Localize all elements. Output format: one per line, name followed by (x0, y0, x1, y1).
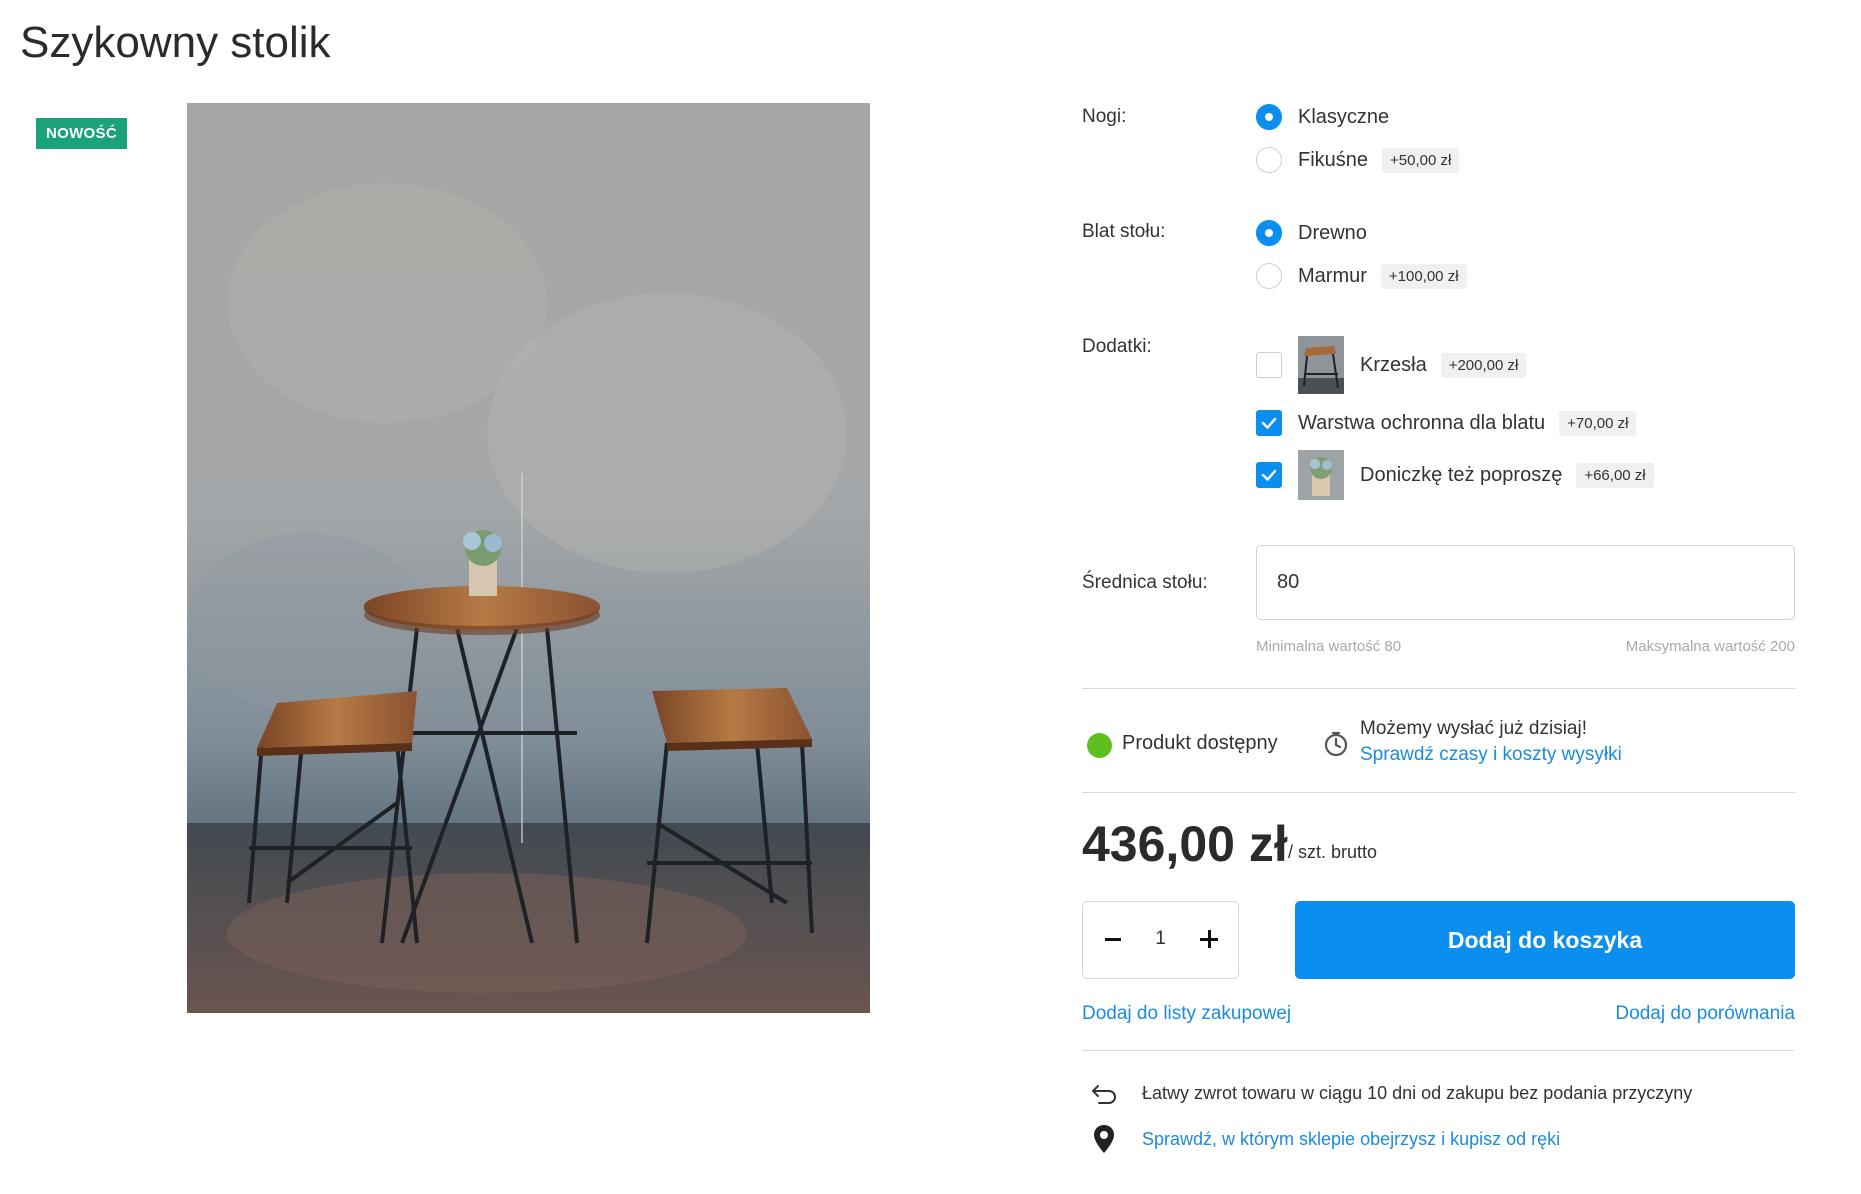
option-label: Fikuśne (1298, 148, 1369, 171)
checkbox[interactable] (1256, 462, 1282, 488)
checkbox[interactable] (1256, 352, 1282, 378)
option-label: Doniczkę też poproszę (1360, 463, 1563, 486)
diameter-label: Średnica stołu: (1082, 572, 1208, 593)
add-to-cart-button[interactable]: Dodaj do koszyka (1295, 901, 1795, 979)
addon-chairs[interactable]: Krzesła +200,00 zł (1256, 336, 1527, 394)
divider (1082, 792, 1795, 793)
radio-button[interactable] (1256, 220, 1282, 246)
price-surcharge: +70,00 zł (1559, 410, 1637, 436)
shipping-costs-link[interactable]: Sprawdź czasy i koszty wysyłki (1360, 744, 1622, 766)
divider (1082, 688, 1795, 689)
store-availability-link[interactable]: Sprawdź, w którym sklepie obejrzysz i ku… (1142, 1129, 1560, 1150)
legs-option-fancy[interactable]: Fikuśne +50,00 zł (1256, 145, 1460, 175)
legs-option-classic[interactable]: Klasyczne (1256, 102, 1389, 132)
map-pin-icon (1093, 1124, 1115, 1159)
shipping-info: Możemy wysłać już dzisiaj! (1360, 718, 1587, 739)
product-photo[interactable] (187, 103, 870, 1013)
add-to-compare-link[interactable]: Dodaj do porównania (1615, 1003, 1795, 1025)
return-arrow-icon (1090, 1083, 1118, 1110)
price-surcharge: +200,00 zł (1440, 352, 1527, 378)
addon-protective-layer[interactable]: Warstwa ochronna dla blatu +70,00 zł (1256, 408, 1637, 438)
diameter-min-hint: Minimalna wartość 80 (1256, 638, 1402, 655)
radio-button[interactable] (1256, 263, 1282, 289)
check-icon (1261, 469, 1277, 481)
chairs-thumbnail (1298, 336, 1344, 394)
diameter-input[interactable]: 80 (1256, 545, 1795, 620)
price-surcharge: +50,00 zł (1382, 147, 1460, 173)
new-badge: NOWOŚĆ (36, 118, 127, 149)
price-unit: / szt. brutto (1288, 842, 1378, 862)
addon-flowerpot[interactable]: Doniczkę też poproszę +66,00 zł (1256, 450, 1654, 500)
divider (1082, 1050, 1795, 1051)
diameter-max-hint: Maksymalna wartość 200 (1625, 638, 1795, 655)
addons-label: Dodatki: (1082, 336, 1152, 357)
radio-button[interactable] (1256, 147, 1282, 173)
top-option-marble[interactable]: Marmur +100,00 zł (1256, 261, 1467, 291)
option-label: Klasyczne (1298, 105, 1390, 128)
availability-dot-icon (1087, 733, 1112, 758)
flowerpot-thumbnail (1298, 450, 1344, 500)
add-to-wishlist-link[interactable]: Dodaj do listy zakupowej (1082, 1003, 1291, 1025)
top-option-wood[interactable]: Drewno (1256, 218, 1367, 248)
price-surcharge: +100,00 zł (1380, 263, 1467, 289)
stopwatch-icon (1322, 730, 1350, 763)
check-icon (1261, 417, 1277, 429)
plus-icon[interactable] (1200, 930, 1218, 948)
legs-label: Nogi: (1082, 106, 1127, 127)
option-label: Marmur (1298, 264, 1367, 287)
top-label: Blat stołu: (1082, 221, 1166, 242)
option-label: Drewno (1298, 221, 1367, 244)
returns-info: Łatwy zwrot towaru w ciągu 10 dni od zak… (1142, 1083, 1693, 1103)
product-price: 436,00 zł (1082, 816, 1288, 872)
price-surcharge: +66,00 zł (1576, 462, 1654, 488)
quantity-stepper: 1 (1082, 901, 1239, 979)
option-label: Krzesła (1360, 353, 1427, 376)
availability-status: Produkt dostępny (1122, 732, 1278, 754)
option-label: Warstwa ochronna dla blatu (1298, 411, 1546, 434)
product-title: Szykowny stolik (20, 18, 331, 67)
checkbox[interactable] (1256, 410, 1282, 436)
radio-button[interactable] (1256, 104, 1282, 130)
